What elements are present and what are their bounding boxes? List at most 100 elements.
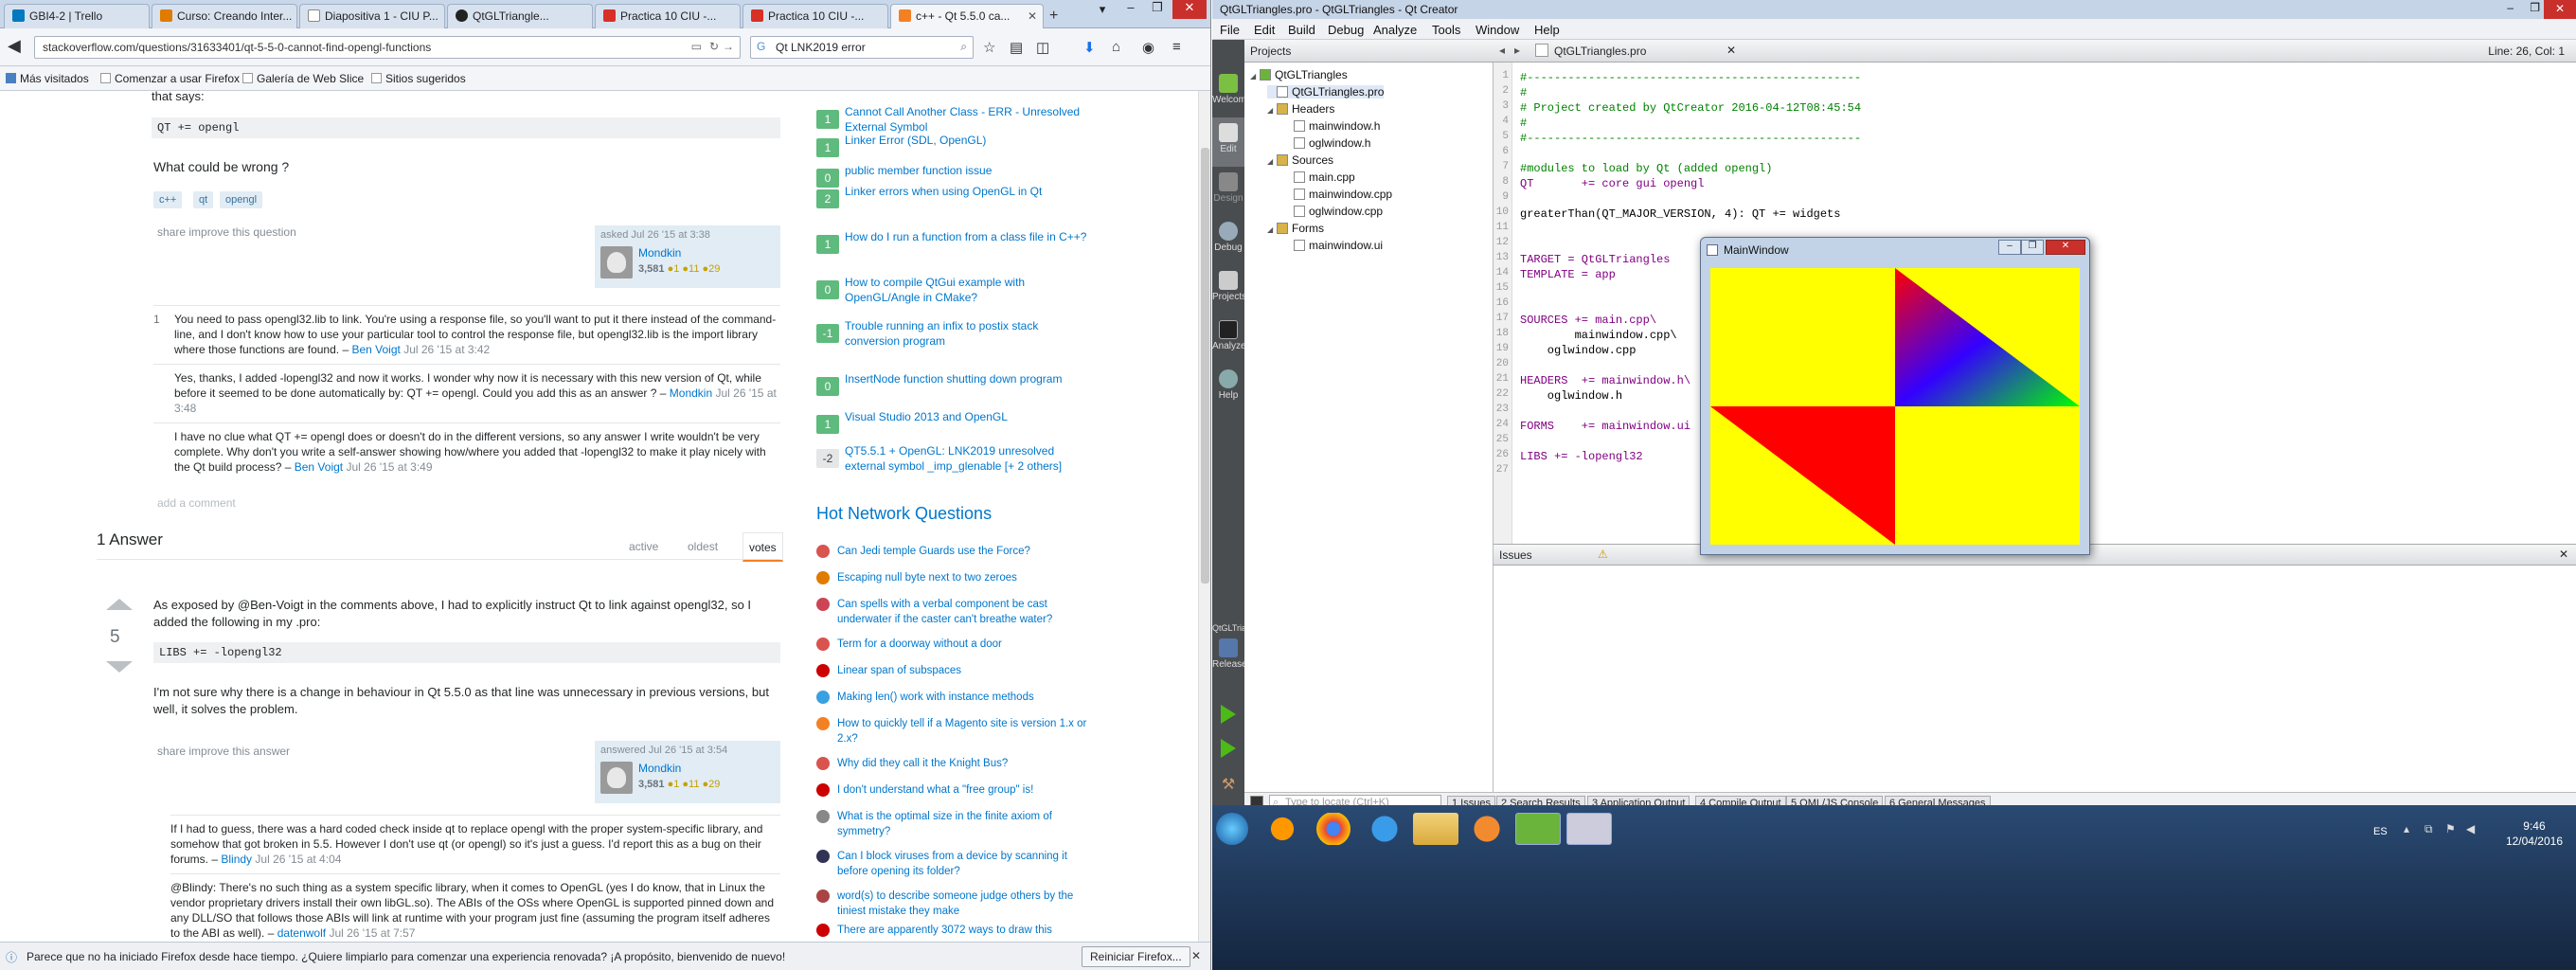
expand-arrow-icon[interactable]: ◢ xyxy=(1267,106,1277,115)
flag-icon[interactable]: ⚑ xyxy=(2445,822,2456,835)
related-question-link[interactable]: InsertNode function shutting down progra… xyxy=(845,371,1091,386)
close-window-icon[interactable]: ✕ xyxy=(2046,240,2085,255)
language-indicator[interactable]: ES xyxy=(2373,826,2388,837)
close-window-icon[interactable]: ✕ xyxy=(2544,0,2576,19)
post-actions[interactable]: share improve this question xyxy=(157,225,296,239)
hot-network-title[interactable]: Hot Network Questions xyxy=(816,504,992,524)
hot-question-link[interactable]: I don't understand what a "free group" i… xyxy=(837,782,1093,798)
hot-question-link[interactable]: Can I block viruses from a device by sca… xyxy=(837,849,1093,879)
tray-arrow-icon[interactable]: ▴ xyxy=(2404,822,2409,835)
sort-tab-active[interactable]: active xyxy=(629,540,658,553)
close-tab-icon[interactable]: ✕ xyxy=(1028,9,1037,23)
start-button[interactable] xyxy=(1216,813,1248,845)
output-tab-qml-console[interactable]: 5 QML/JS Console xyxy=(1786,796,1884,805)
back-icon[interactable]: ◀ xyxy=(8,36,21,56)
page-scrollbar[interactable] xyxy=(1198,91,1210,942)
maximize-icon[interactable]: ❐ xyxy=(2021,240,2044,255)
related-question-link[interactable]: Linker Error (SDL, OpenGL) xyxy=(845,133,1091,148)
browser-tab[interactable]: Curso: Creando Inter... xyxy=(152,4,297,28)
build-button[interactable]: ⚒ xyxy=(1212,767,1244,799)
kit-selector[interactable]: QtGLTriangles Release xyxy=(1212,620,1267,686)
downvote-icon[interactable] xyxy=(106,661,133,673)
menu-tools[interactable]: Tools xyxy=(1432,23,1460,37)
menu-debug[interactable]: Debug xyxy=(1328,23,1364,37)
browser-tab[interactable]: QtGLTriangle... xyxy=(447,4,593,28)
minimize-icon[interactable]: – xyxy=(2507,1,2513,14)
hot-question-link[interactable]: word(s) to describe someone judge others… xyxy=(837,889,1093,919)
expand-arrow-icon[interactable]: ◢ xyxy=(1250,72,1260,81)
minimize-icon[interactable]: – xyxy=(1998,240,2021,255)
avatar[interactable] xyxy=(600,246,633,278)
output-tab-compile[interactable]: 4 Compile Output xyxy=(1695,796,1786,805)
hot-question-link[interactable]: Escaping null byte next to two zeroes xyxy=(837,570,1093,585)
user-name[interactable]: Mondkin xyxy=(638,246,681,260)
output-tab-issues[interactable]: 1 Issues xyxy=(1447,796,1495,805)
related-question-link[interactable]: QT5.5.1 + OpenGL: LNK2019 unresolved ext… xyxy=(845,443,1091,474)
menu-file[interactable]: File xyxy=(1220,23,1240,37)
sort-tab-oldest[interactable]: oldest xyxy=(688,540,718,553)
nav-back-icon[interactable]: ◂ xyxy=(1499,44,1505,57)
toggle-sidebar-icon[interactable] xyxy=(1250,796,1263,805)
mode-projects[interactable]: Projects xyxy=(1212,265,1246,314)
user-name[interactable]: Mondkin xyxy=(638,762,681,775)
bookmark-item[interactable]: Comenzar a usar Firefox xyxy=(100,72,240,85)
search-input[interactable]: G Qt LNK2019 error ⌕ xyxy=(750,36,974,59)
hot-question-link[interactable]: How to quickly tell if a Magento site is… xyxy=(837,716,1093,746)
volume-icon[interactable]: ◀ xyxy=(2466,822,2475,835)
related-question-link[interactable]: Trouble running an infix to postix stack… xyxy=(845,318,1091,349)
tree-item[interactable]: ◢ Forms xyxy=(1267,222,1324,235)
tag-opengl[interactable]: opengl xyxy=(220,191,263,208)
mode-design[interactable]: Design xyxy=(1212,167,1244,216)
menu-analyze[interactable]: Analyze xyxy=(1373,23,1417,37)
menu-edit[interactable]: Edit xyxy=(1254,23,1275,37)
bookmark-item[interactable]: Sitios sugeridos xyxy=(371,72,466,85)
menu-icon[interactable]: ≡ xyxy=(1172,39,1181,55)
list-tabs-icon[interactable]: ▾ xyxy=(1089,2,1116,21)
hot-question-link[interactable]: Linear span of subspaces xyxy=(837,663,1093,678)
chat-icon[interactable]: ◉ xyxy=(1142,39,1154,56)
output-tab-search[interactable]: 2 Search Results xyxy=(1496,796,1585,805)
comment-author[interactable]: Mondkin xyxy=(670,386,712,400)
tree-item[interactable]: QtGLTriangles.pro xyxy=(1267,85,1385,99)
mainwindow-taskbar-icon[interactable] xyxy=(1566,813,1612,845)
upvote-icon[interactable] xyxy=(106,599,133,610)
tree-item[interactable]: ◢ Sources xyxy=(1267,153,1333,167)
browser-tab[interactable]: Practica 10 CIU -... xyxy=(595,4,741,28)
bookmark-item[interactable]: Galería de Web Slice xyxy=(242,72,364,85)
hot-question-link[interactable]: Making len() work with instance methods xyxy=(837,690,1093,705)
maximize-icon[interactable]: ❐ xyxy=(1144,0,1171,19)
hot-question-link[interactable]: Why did they call it the Knight Bus? xyxy=(837,756,1093,771)
menu-help[interactable]: Help xyxy=(1534,23,1560,37)
browser-tab[interactable]: Practica 10 CIU -... xyxy=(742,4,888,28)
browser-tab[interactable]: GBI4-2 | Trello xyxy=(4,4,150,28)
open-file-name[interactable]: QtGLTriangles.pro xyxy=(1554,45,1646,58)
ie-icon[interactable] xyxy=(1362,813,1407,845)
firefox-icon[interactable] xyxy=(1260,813,1305,845)
tree-item[interactable]: oglwindow.h xyxy=(1284,136,1370,150)
search-icon[interactable]: ⌕ xyxy=(960,40,967,54)
nav-forward-icon[interactable]: ▸ xyxy=(1514,44,1520,57)
home-icon[interactable]: ⌂ xyxy=(1112,39,1120,55)
expand-arrow-icon[interactable]: ◢ xyxy=(1267,157,1277,166)
bookmark-star-icon[interactable]: ☆ xyxy=(983,39,995,56)
mode-debug[interactable]: Debug xyxy=(1212,216,1244,265)
media-player-icon[interactable] xyxy=(1464,813,1510,845)
tree-item[interactable]: mainwindow.ui xyxy=(1284,239,1383,252)
browser-tab-active[interactable]: c++ - Qt 5.5.0 ca... ✕ xyxy=(890,4,1044,29)
hot-question-link[interactable]: There are apparently 3072 ways to draw t… xyxy=(837,923,1093,938)
mode-help[interactable]: Help xyxy=(1212,364,1244,413)
download-icon[interactable]: ⬇ xyxy=(1083,39,1096,56)
tag-cpp[interactable]: c++ xyxy=(153,191,183,208)
refresh-firefox-button[interactable]: Reiniciar Firefox... xyxy=(1082,946,1190,967)
reader-icon[interactable]: ▭ xyxy=(691,40,702,53)
close-pane-icon[interactable]: ✕ xyxy=(2559,548,2568,561)
network-icon[interactable]: ⧉ xyxy=(2424,822,2433,836)
hot-question-link[interactable]: What is the optimal size in the finite a… xyxy=(837,809,1093,839)
reload-icon[interactable]: ↻ xyxy=(709,40,719,53)
browser-tab[interactable]: Diapositiva 1 - CIU P... xyxy=(299,4,445,28)
related-question-link[interactable]: public member function issue xyxy=(845,163,1091,178)
hot-question-link[interactable]: Can spells with a verbal component be ca… xyxy=(837,597,1093,627)
post-actions[interactable]: share improve this answer xyxy=(157,745,290,758)
mode-edit[interactable]: Edit xyxy=(1212,117,1244,167)
close-window-icon[interactable]: ✕ xyxy=(1172,0,1207,19)
